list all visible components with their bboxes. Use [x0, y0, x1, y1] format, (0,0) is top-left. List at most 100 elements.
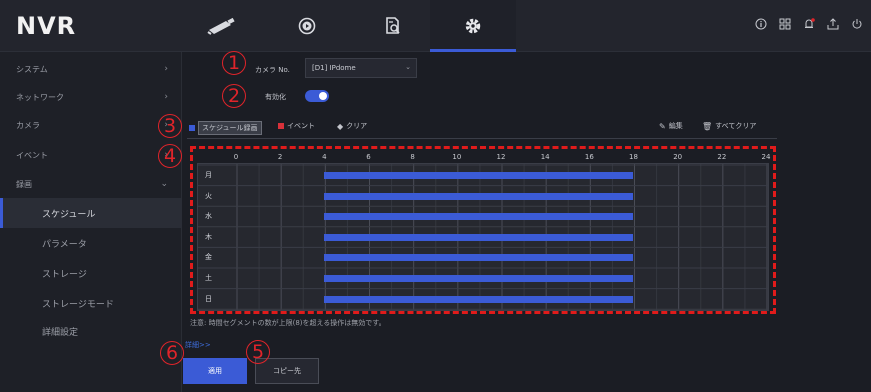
- sidebar-item-network[interactable]: ネットワーク ›: [0, 83, 182, 111]
- alarm-bell-icon[interactable]: [803, 18, 815, 30]
- schedule-toolbar: スケジュール録画 イベント ◆ クリア ✎ 編集 🗑 すべてクリア: [187, 118, 777, 135]
- schedule-bar[interactable]: [324, 295, 634, 303]
- top-right-icons: [755, 18, 863, 30]
- camera-icon: [207, 17, 235, 35]
- hour-tick-label: 6: [366, 153, 371, 161]
- day-label: 金: [205, 253, 212, 262]
- top-bar: NVR: [0, 0, 871, 52]
- hour-tick-label: 2: [277, 153, 283, 161]
- pencil-icon: ✎: [659, 121, 666, 131]
- sidebar-item-label: カメラ: [16, 120, 40, 130]
- day-label: 水: [205, 212, 212, 221]
- clear-label: クリア: [346, 122, 368, 130]
- chevron-right-icon: ›: [164, 92, 168, 102]
- camera-no-label: カメラ No.: [255, 66, 290, 74]
- hour-tick-label: 16: [584, 153, 594, 161]
- sidebar-item-system[interactable]: システム ›: [0, 55, 182, 83]
- power-icon[interactable]: [851, 18, 863, 30]
- hour-tick-label: 18: [629, 153, 638, 161]
- enable-toggle[interactable]: [305, 90, 329, 102]
- day-label: 月: [205, 171, 212, 179]
- chevron-down-icon: ⌄: [160, 179, 168, 189]
- sidebar-subitem-storage[interactable]: ストレージ: [0, 258, 182, 288]
- sidebar-subitem-schedule[interactable]: スケジュール: [0, 198, 182, 228]
- schedule-bar[interactable]: [324, 172, 634, 179]
- event-option[interactable]: イベント: [278, 121, 315, 131]
- settings-gear-icon: [465, 18, 481, 34]
- schedule-record-label: スケジュール録画: [198, 121, 262, 135]
- sidebar-item-label: システム: [16, 64, 48, 74]
- annotation-marker-1: 1: [222, 51, 246, 75]
- schedule-bar[interactable]: [324, 233, 634, 241]
- nav-tab-settings[interactable]: [430, 0, 516, 52]
- camera-select[interactable]: [D1] IPdome ⌄: [305, 58, 417, 78]
- day-label: 木: [205, 232, 212, 241]
- annotation-marker-6: 6: [160, 341, 184, 365]
- sidebar-subitem-storage-mode[interactable]: ストレージモード: [0, 288, 182, 318]
- hour-tick-label: 10: [452, 153, 462, 161]
- clear-all-button[interactable]: 🗑 すべてクリア: [702, 121, 756, 131]
- clear-button[interactable]: ◆ クリア: [337, 121, 367, 131]
- hour-tick-label: 0: [233, 153, 239, 161]
- hour-tick-label: 22: [717, 153, 727, 161]
- event-legend-swatch: [278, 123, 284, 129]
- sidebar-item-camera[interactable]: カメラ ›: [0, 111, 182, 139]
- info-icon[interactable]: [755, 18, 767, 30]
- divider: [187, 138, 777, 139]
- day-label: 火: [205, 191, 212, 200]
- sidebar-subitem-advanced[interactable]: 詳細設定: [0, 316, 182, 346]
- schedule-record-option[interactable]: スケジュール録画: [189, 121, 262, 135]
- nvr-schedule-screen: NVR システム › ネットワーク › カメラ › イベント › 録画 ⌄ スケ…: [0, 0, 871, 392]
- playback-icon: [298, 17, 316, 35]
- file-search-icon: [386, 17, 400, 34]
- app-logo: NVR: [16, 12, 77, 40]
- hour-tick-label: 14: [540, 153, 550, 161]
- sidebar-item-label: スケジュール: [42, 209, 96, 220]
- sidebar-item-label: イベント: [16, 150, 48, 160]
- schedule-bar[interactable]: [324, 213, 634, 221]
- export-icon[interactable]: [827, 18, 839, 30]
- sidebar-item-label: ストレージ: [42, 269, 87, 280]
- schedule-legend-swatch: [189, 125, 195, 131]
- annotation-marker-2: 2: [222, 84, 246, 108]
- schedule-bar[interactable]: [324, 254, 634, 262]
- advanced-link[interactable]: 詳細>>: [185, 340, 211, 350]
- hour-tick-label: 24: [761, 153, 771, 161]
- nav-tab-live-view[interactable]: [178, 0, 264, 52]
- sidebar-item-label: 録画: [16, 179, 32, 189]
- network-icon[interactable]: [779, 18, 791, 30]
- trash-icon: 🗑: [702, 121, 713, 131]
- sidebar-item-event[interactable]: イベント ›: [0, 141, 182, 169]
- edit-label: 編集: [668, 122, 683, 130]
- annotation-marker-5: 5: [246, 340, 270, 364]
- chevron-right-icon: ›: [164, 64, 168, 74]
- sidebar-item-label: 詳細設定: [42, 327, 79, 338]
- segment-limit-note: 注意: 時間セグメントの数が上限(8)を超える操作は無効です。: [190, 319, 386, 327]
- day-label: 日: [205, 294, 212, 303]
- hour-tick-label: 20: [673, 153, 683, 161]
- hour-tick-label: 4: [322, 153, 327, 161]
- apply-button[interactable]: 適用: [183, 358, 247, 384]
- day-label: 土: [205, 274, 212, 282]
- annotation-marker-4: 4: [158, 144, 182, 168]
- sidebar-item-recording[interactable]: 録画 ⌄: [0, 170, 182, 198]
- enable-label: 有効化: [265, 93, 286, 101]
- sidebar-subitem-parameters[interactable]: パラメータ: [0, 228, 182, 258]
- hour-tick-label: 12: [496, 153, 506, 161]
- sidebar-item-label: ストレージモード: [42, 299, 114, 310]
- eraser-icon: ◆: [337, 121, 344, 131]
- nav-tab-file-search[interactable]: [350, 0, 436, 52]
- nav-tab-playback[interactable]: [264, 0, 350, 52]
- event-label: イベント: [287, 122, 315, 130]
- camera-select-value: [D1] IPdome: [312, 64, 356, 72]
- annotation-marker-3: 3: [158, 114, 182, 138]
- schedule-bar[interactable]: [324, 275, 634, 282]
- toggle-knob: [319, 92, 327, 100]
- sidebar-item-label: パラメータ: [42, 239, 87, 250]
- chevron-down-icon: ⌄: [405, 63, 411, 71]
- hour-tick-label: 8: [410, 153, 415, 161]
- schedule-bar[interactable]: [324, 192, 634, 200]
- edit-button[interactable]: ✎ 編集: [659, 121, 683, 131]
- clear-all-label: すべてクリア: [715, 122, 757, 130]
- sidebar: システム › ネットワーク › カメラ › イベント › 録画 ⌄ スケジュール パラメー…: [0, 52, 182, 392]
